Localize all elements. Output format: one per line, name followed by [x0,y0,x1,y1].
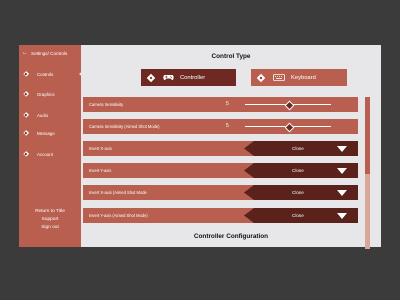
setting-label: Invert X-axis [89,146,112,151]
keyboard-button[interactable]: Keyboard [251,69,347,86]
sign-out-link[interactable]: Sign out [19,224,81,232]
caret-down-icon [337,168,347,174]
sidebar-item-label: Graphics [37,91,55,97]
gamepad-icon [163,74,174,81]
diamond-icon [23,112,29,118]
diamond-icon [257,74,265,82]
control-type-title: Control Type [211,53,251,60]
return-to-title-link[interactable]: Return to Title [19,208,81,216]
back-arrow-icon[interactable]: ← [22,50,28,56]
sidebar-item-label: Audio [37,112,49,118]
setting-value: 5 [226,101,229,107]
sidebar-item-controls[interactable]: Controls [23,68,85,80]
caret-down-icon [337,213,347,219]
keyboard-label: Keyboard [291,74,316,81]
invert-x-aimed-dropdown[interactable]: Close [244,185,358,200]
slider-thumb[interactable] [284,100,294,110]
invert-y-dropdown[interactable]: Close [244,163,358,178]
sidebar-item-message[interactable]: Message [23,127,81,139]
setting-label: Invert X-axis (Aimed Shot Mode [89,190,147,195]
slider-thumb[interactable] [284,122,294,132]
setting-row-invert-x-aimed: Invert X-axis (Aimed Shot Mode Close [83,185,358,200]
scrollbar-thumb[interactable] [365,97,370,174]
controller-configuration-title: Controller Configuration [193,233,269,240]
sidebar-item-label: Message [37,130,55,136]
setting-row-invert-y-aimed: Invert Y-axis (Aimed Shot Mode) Close [83,208,358,223]
setting-value: 5 [226,123,229,129]
breadcrumb-label: Settings/ Controls [31,50,68,56]
diamond-icon [23,130,29,136]
invert-x-dropdown[interactable]: Close [244,141,358,156]
diamond-icon [23,151,29,157]
dropdown-value: Close [292,168,304,173]
caret-down-icon [337,146,347,152]
setting-row-invert-y: Invert Y-axis Close [83,163,358,178]
breadcrumb[interactable]: ← Settings/ Controls [22,50,67,56]
dropdown-value: Close [292,146,304,151]
setting-label: Camera Sensitivity (Aimed Shot Mode) [89,124,160,129]
setting-row-camera-sensitivity-aimed: Camera Sensitivity (Aimed Shot Mode) 5 [83,119,358,134]
controller-label: Controller [180,74,206,81]
setting-row-camera-sensitivity: Camera Sensitivity 5 [83,97,358,112]
keyboard-icon [273,74,285,81]
diamond-icon [23,91,29,97]
sidebar-item-account[interactable]: Account [23,148,81,160]
dropdown-value: Close [292,190,304,195]
dropdown-value: Close [292,213,304,218]
setting-row-invert-x: Invert X-axis Close [83,141,358,156]
controller-button[interactable]: Controller [141,69,236,86]
sidebar-bottom-links: Return to Title Support Sign out [19,208,81,232]
diamond-icon [147,74,155,82]
sidebar-item-label: Controls [37,71,54,77]
diamond-icon [23,71,29,77]
setting-label: Invert Y-axis (Aimed Shot Mode) [89,213,148,218]
sidebar-item-label: Account [37,151,53,157]
setting-label: Camera Sensitivity [89,102,124,107]
invert-y-aimed-dropdown[interactable]: Close [244,208,358,223]
support-link[interactable]: Support [19,216,81,224]
sidebar-item-graphics[interactable]: Graphics [23,88,81,100]
sidebar: ← Settings/ Controls Controls Graphics A… [19,45,85,247]
sidebar-item-audio[interactable]: Audio [23,109,81,121]
setting-label: Invert Y-axis [89,168,112,173]
caret-down-icon [337,190,347,196]
